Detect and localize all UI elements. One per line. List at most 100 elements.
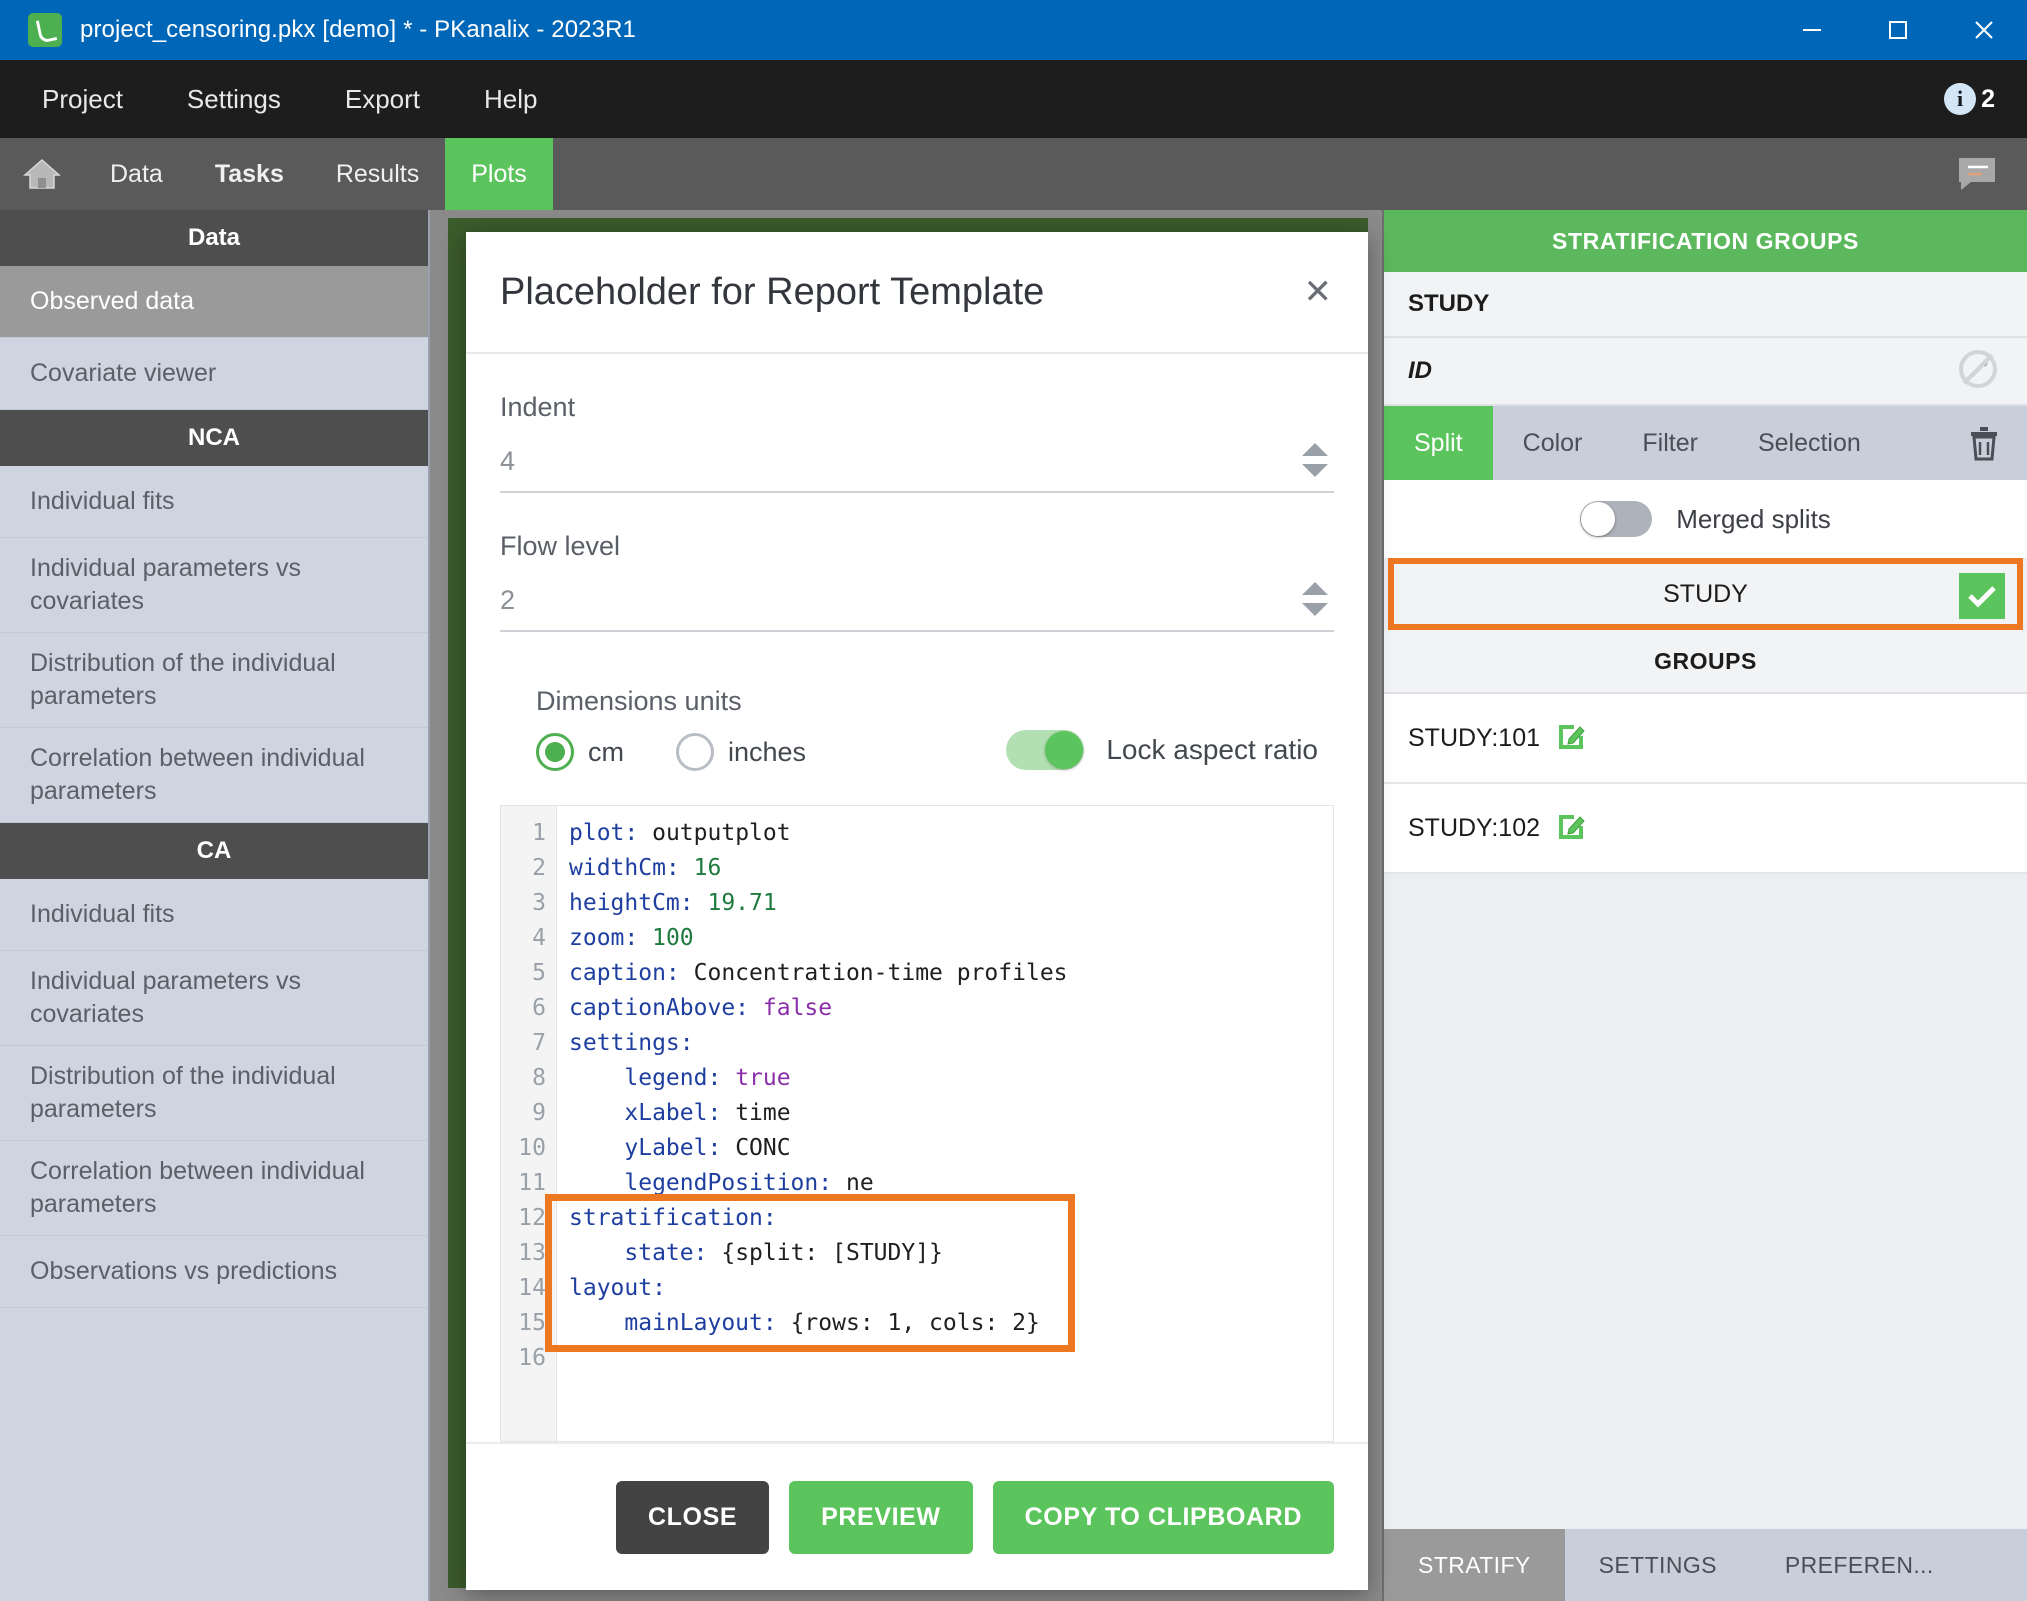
bottom-tab-preferences[interactable]: PREFEREN... bbox=[1751, 1529, 1968, 1601]
indent-spinner bbox=[1302, 443, 1334, 477]
no-paint-icon[interactable] bbox=[1953, 344, 2003, 399]
close-icon[interactable] bbox=[1941, 0, 2027, 60]
list-item[interactable]: STUDY:102 bbox=[1384, 784, 2027, 874]
line-number: 11 bbox=[501, 1166, 556, 1201]
group-label: STUDY:101 bbox=[1408, 724, 1540, 753]
code-line: caption: Concentration-time profiles bbox=[569, 956, 1333, 991]
sidebar-item-ca-distribution[interactable]: Distribution of the individual parameter… bbox=[0, 1046, 428, 1141]
tab-plots[interactable]: Plots bbox=[445, 138, 553, 210]
code-line: mainLayout: {rows: 1, cols: 2} bbox=[569, 1306, 1333, 1341]
bottom-tab-stratify[interactable]: STRATIFY bbox=[1384, 1529, 1565, 1601]
tab-color[interactable]: Color bbox=[1493, 406, 1613, 480]
code-line: legend: true bbox=[569, 1061, 1333, 1096]
preview-button[interactable]: PREVIEW bbox=[789, 1481, 973, 1554]
sidebar-item-nca-correlation[interactable]: Correlation between individual parameter… bbox=[0, 728, 428, 823]
line-number: 10 bbox=[501, 1131, 556, 1166]
line-number: 3 bbox=[501, 886, 556, 921]
close-button[interactable]: CLOSE bbox=[616, 1481, 769, 1554]
bottom-tab-settings[interactable]: SETTINGS bbox=[1565, 1529, 1751, 1601]
chevron-up-icon[interactable] bbox=[1302, 582, 1328, 595]
tab-split[interactable]: Split bbox=[1384, 406, 1493, 480]
sidebar-item-ca-params-vs-covariates[interactable]: Individual parameters vs covariates bbox=[0, 951, 428, 1046]
dimensions-units-options: cm inches bbox=[536, 733, 844, 771]
dimensions-units-label: Dimensions units bbox=[536, 686, 844, 717]
home-icon[interactable] bbox=[0, 138, 84, 210]
merged-splits-label: Merged splits bbox=[1676, 504, 1831, 535]
flow-level-stepper[interactable]: 2 bbox=[500, 582, 1334, 632]
chevron-down-icon[interactable] bbox=[1302, 464, 1328, 477]
check-icon[interactable] bbox=[1959, 573, 2005, 619]
comment-icon[interactable] bbox=[1955, 138, 1999, 210]
sidebar-item-ca-correlation[interactable]: Correlation between individual parameter… bbox=[0, 1141, 428, 1236]
radio-cm[interactable] bbox=[536, 733, 574, 771]
sidebar-item-nca-params-vs-covariates[interactable]: Individual parameters vs covariates bbox=[0, 538, 428, 633]
tab-results[interactable]: Results bbox=[310, 138, 445, 210]
indent-label: Indent bbox=[500, 392, 1334, 423]
tab-tasks[interactable]: Tasks bbox=[189, 138, 310, 210]
stratification-study-header: STUDY bbox=[1384, 272, 2027, 338]
code-content[interactable]: plot: outputplotwidthCm: 16heightCm: 19.… bbox=[557, 806, 1333, 1441]
menu-item-settings[interactable]: Settings bbox=[155, 60, 313, 138]
code-line: heightCm: 19.71 bbox=[569, 886, 1333, 921]
info-badge[interactable]: i 2 bbox=[1944, 83, 1995, 115]
flow-level-value[interactable]: 2 bbox=[500, 585, 515, 616]
sidebar-item-ca-obs-vs-pred[interactable]: Observations vs predictions bbox=[0, 1236, 428, 1308]
line-number: 6 bbox=[501, 991, 556, 1026]
group-label: STUDY:102 bbox=[1408, 814, 1540, 843]
window-controls bbox=[1769, 0, 2027, 60]
sidebar-item-ca-individual-fits[interactable]: Individual fits bbox=[0, 879, 428, 951]
line-number: 7 bbox=[501, 1026, 556, 1061]
dialog-header: Placeholder for Report Template ✕ bbox=[466, 232, 1368, 354]
sidebar-item-nca-individual-fits[interactable]: Individual fits bbox=[0, 466, 428, 538]
minimize-icon[interactable] bbox=[1769, 0, 1855, 60]
menu-item-project[interactable]: Project bbox=[10, 60, 155, 138]
chevron-down-icon[interactable] bbox=[1302, 603, 1328, 616]
tab-filter[interactable]: Filter bbox=[1612, 406, 1728, 480]
code-line: widthCm: 16 bbox=[569, 851, 1333, 886]
code-line: state: {split: [STUDY]} bbox=[569, 1236, 1333, 1271]
list-item[interactable]: STUDY:101 bbox=[1384, 694, 2027, 784]
tab-selection[interactable]: Selection bbox=[1728, 406, 1891, 480]
flow-level-spinner bbox=[1302, 582, 1334, 616]
menu-item-export[interactable]: Export bbox=[313, 60, 452, 138]
lock-aspect-ratio-label: Lock aspect ratio bbox=[1106, 734, 1318, 766]
maximize-icon[interactable] bbox=[1855, 0, 1941, 60]
code-line bbox=[569, 1341, 1333, 1376]
dimensions-units-row: Dimensions units cm inches Lock aspect r… bbox=[500, 686, 1334, 771]
sidebar-section-ca: CA bbox=[0, 823, 428, 879]
stratification-groups-header: STRATIFICATION GROUPS bbox=[1384, 210, 2027, 272]
indent-stepper[interactable]: 4 bbox=[500, 443, 1334, 493]
sidebar-item-observed-data[interactable]: Observed data bbox=[0, 266, 428, 338]
copy-to-clipboard-button[interactable]: COPY TO CLIPBOARD bbox=[993, 1481, 1334, 1554]
pkanalix-logo-icon bbox=[28, 13, 62, 47]
sidebar-section-nca: NCA bbox=[0, 410, 428, 466]
edit-icon[interactable] bbox=[1556, 720, 1586, 757]
code-line: zoom: 100 bbox=[569, 921, 1333, 956]
lock-aspect-ratio-toggle[interactable] bbox=[1006, 730, 1084, 770]
trash-icon[interactable] bbox=[1967, 406, 2027, 480]
stratification-panel: STRATIFICATION GROUPS STUDY ID Split Col… bbox=[1382, 210, 2027, 1601]
info-icon: i bbox=[1944, 83, 1976, 115]
sidebar-item-nca-distribution[interactable]: Distribution of the individual parameter… bbox=[0, 633, 428, 728]
line-number: 14 bbox=[501, 1271, 556, 1306]
split-option-study[interactable]: STUDY bbox=[1388, 558, 2023, 630]
code-line: xLabel: time bbox=[569, 1096, 1333, 1131]
indent-value[interactable]: 4 bbox=[500, 446, 515, 477]
line-number: 13 bbox=[501, 1236, 556, 1271]
dialog-footer: CLOSE PREVIEW COPY TO CLIPBOARD bbox=[466, 1442, 1368, 1590]
radio-inches[interactable] bbox=[676, 733, 714, 771]
tab-data[interactable]: Data bbox=[84, 138, 189, 210]
report-template-code-editor[interactable]: 1 2 3 4 5 6 7 8 9 10 11 12 13 14 15 16 bbox=[500, 805, 1334, 1442]
flow-level-label: Flow level bbox=[500, 531, 1334, 562]
stratification-id-row[interactable]: ID bbox=[1384, 338, 2027, 406]
merged-splits-toggle[interactable] bbox=[1580, 501, 1652, 537]
dimensions-units-group: Dimensions units cm inches bbox=[536, 686, 844, 771]
menu-item-help[interactable]: Help bbox=[452, 60, 569, 138]
chevron-up-icon[interactable] bbox=[1302, 443, 1328, 456]
sidebar-item-covariate-viewer[interactable]: Covariate viewer bbox=[0, 338, 428, 410]
right-panel-bottom-tabs: STRATIFY SETTINGS PREFEREN... bbox=[1384, 1529, 2027, 1601]
menu-bar: Project Settings Export Help i 2 bbox=[0, 60, 2027, 138]
radio-inches-label: inches bbox=[728, 737, 806, 768]
close-icon[interactable]: ✕ bbox=[1304, 275, 1333, 309]
edit-icon[interactable] bbox=[1556, 810, 1586, 847]
